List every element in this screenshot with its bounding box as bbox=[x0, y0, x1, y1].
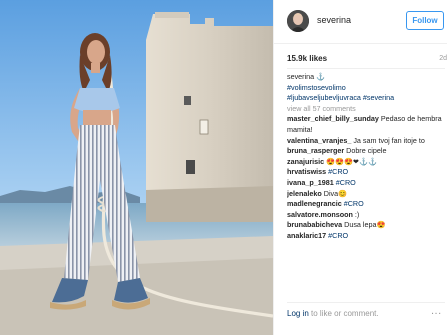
view-all-comments-link[interactable]: view all 57 comments bbox=[287, 104, 445, 115]
caption-hashtag[interactable]: #severina bbox=[363, 93, 394, 102]
comment: master_chief_billy_sunday Pedaso de hemb… bbox=[287, 114, 445, 135]
comment-username[interactable]: madlenegrancic bbox=[287, 199, 342, 208]
comment-text: :) bbox=[354, 209, 360, 219]
comment-text: 😍😍😍❤⚓⚓ bbox=[326, 156, 377, 166]
login-prompt-text: to like or comment. bbox=[308, 309, 379, 318]
comment: madlenegrancic #CRO bbox=[287, 199, 445, 210]
post-sidebar: severina Follow 15.9k likes 2d severina … bbox=[273, 0, 447, 335]
comment-username[interactable]: anaklaric17 bbox=[287, 231, 326, 240]
comment: anaklaric17 #CRO bbox=[287, 231, 445, 242]
comment-text: Dusa lepa😍 bbox=[344, 220, 386, 230]
comment: jelenaleko Diva😊 bbox=[287, 189, 445, 200]
post-age[interactable]: 2d bbox=[439, 55, 447, 62]
comment: bruna_rasperger Dobre cipele bbox=[287, 146, 445, 157]
comment-text: Dobre cipele bbox=[346, 146, 387, 156]
comment-username[interactable]: hrvatiswiss bbox=[287, 167, 326, 176]
comment: valentina_vranjes_ Ja sam tvoj fan itoje… bbox=[287, 136, 445, 147]
photo-illustration bbox=[0, 0, 273, 335]
comment-username[interactable]: brunababicheva bbox=[287, 220, 342, 229]
avatar-image bbox=[287, 10, 309, 32]
post-header: severina Follow bbox=[274, 0, 447, 44]
likes-count[interactable]: 15.9k likes bbox=[287, 54, 327, 63]
post-stats: 15.9k likes 2d bbox=[287, 52, 447, 68]
comment: ivana_p_1981 #CRO bbox=[287, 178, 445, 189]
comment-username[interactable]: master_chief_billy_sunday bbox=[287, 114, 379, 123]
post-username[interactable]: severina bbox=[317, 15, 351, 25]
comment: brunababicheva Dusa lepa😍 bbox=[287, 220, 445, 231]
caption-author[interactable]: severina bbox=[287, 72, 314, 81]
caption-hashtag[interactable]: #volimstosevolimo bbox=[287, 83, 445, 94]
avatar[interactable] bbox=[287, 10, 309, 32]
divider bbox=[287, 68, 445, 69]
comment: hrvatiswiss #CRO bbox=[287, 167, 445, 178]
comments-list: severina ⚓ #volimstosevolimo #ljubavselj… bbox=[287, 72, 445, 302]
comment-username[interactable]: ivana_p_1981 bbox=[287, 178, 334, 187]
comment-username[interactable]: salvatore.monsoon bbox=[287, 210, 353, 219]
divider bbox=[287, 302, 445, 303]
caption: severina ⚓ bbox=[287, 72, 445, 83]
comment-text: Ja sam tvoj fan itoje to bbox=[353, 135, 425, 145]
comment: zanajurisic 😍😍😍❤⚓⚓ bbox=[287, 157, 445, 168]
login-prompt: Log in to like or comment. bbox=[287, 309, 379, 318]
comment-username[interactable]: bruna_rasperger bbox=[287, 146, 344, 155]
comment-username[interactable]: zanajurisic bbox=[287, 157, 324, 166]
post-photo[interactable] bbox=[0, 0, 273, 335]
comment-text: Diva😊 bbox=[323, 188, 348, 198]
comment-username[interactable]: valentina_vranjes_ bbox=[287, 136, 351, 145]
login-link[interactable]: Log in bbox=[287, 309, 309, 318]
more-options-icon[interactable]: ... bbox=[431, 305, 442, 317]
comment-hashtag[interactable]: #CRO bbox=[328, 231, 348, 240]
comment-hashtag[interactable]: #CRO bbox=[328, 167, 348, 176]
comment-hashtag[interactable]: #CRO bbox=[344, 199, 364, 208]
comment: salvatore.monsoon :) bbox=[287, 210, 445, 221]
anchor-emoji: ⚓ bbox=[316, 72, 326, 81]
comment-hashtag[interactable]: #CRO bbox=[336, 178, 356, 187]
comment-username[interactable]: jelenaleko bbox=[287, 189, 322, 198]
caption-hashtag[interactable]: #ljubavseljubevljuvraca bbox=[287, 93, 361, 102]
follow-button[interactable]: Follow bbox=[406, 11, 444, 30]
